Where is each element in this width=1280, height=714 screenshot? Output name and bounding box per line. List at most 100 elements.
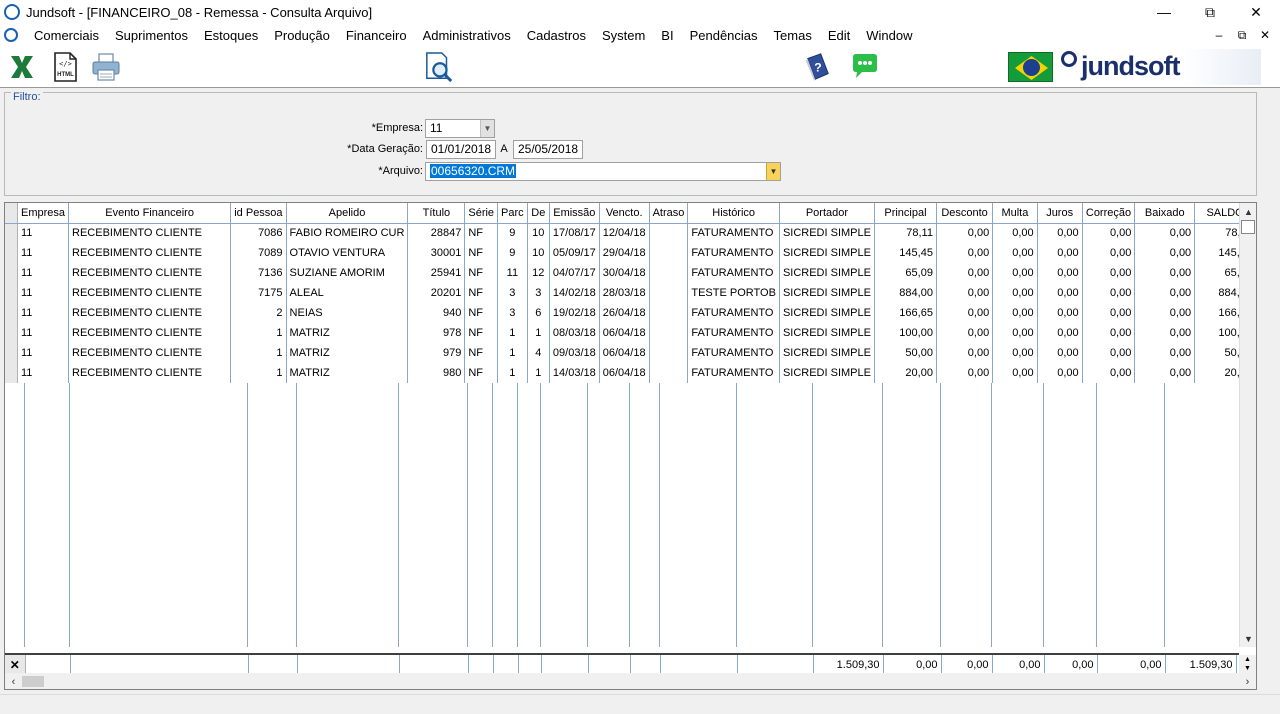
arquivo-select[interactable]: 00656320.CRM ▼ [425, 162, 781, 181]
table-row[interactable]: 11 RECEBIMENTO CLIENTE 7136 SUZIANE AMORIM 2… [5, 263, 1256, 283]
cell-multa[interactable]: 0,00 [992, 263, 1038, 283]
row-indicator[interactable] [5, 323, 19, 343]
cell-baixado[interactable]: 0,00 [1134, 283, 1196, 303]
cell-parc[interactable]: 3 [497, 283, 528, 303]
menu-pendencias[interactable]: Pendências [682, 28, 766, 43]
cell-parc[interactable]: 1 [497, 343, 528, 363]
cell-apelido[interactable]: FABIO ROMEIRO CUR [286, 223, 409, 243]
data-geracao-from-input[interactable]: 01/01/2018 [426, 140, 496, 159]
menu-administrativos[interactable]: Administrativos [415, 28, 519, 43]
cell-id-pessoa[interactable]: 7086 [230, 223, 287, 243]
vertical-scrollbar[interactable]: ▲ ▼ [1239, 203, 1256, 647]
cell-serie[interactable]: NF [464, 243, 499, 263]
cell-vencto[interactable]: 26/04/18 [599, 303, 650, 323]
cell-emissao[interactable]: 08/03/18 [549, 323, 600, 343]
cell-baixado[interactable]: 0,00 [1134, 243, 1196, 263]
cell-juros[interactable]: 0,00 [1037, 243, 1083, 263]
cell-apelido[interactable]: OTAVIO VENTURA [286, 243, 409, 263]
cell-emissao[interactable]: 09/03/18 [549, 343, 600, 363]
data-grid[interactable]: Empresa Evento Financeiro id Pessoa Apel… [4, 202, 1257, 690]
cell-desconto[interactable]: 0,00 [936, 223, 994, 243]
cell-id-pessoa[interactable]: 1 [230, 343, 287, 363]
row-indicator[interactable] [5, 263, 19, 283]
cell-de[interactable]: 10 [527, 243, 550, 263]
printer-icon[interactable] [91, 52, 121, 82]
cell-desconto[interactable]: 0,00 [936, 303, 994, 323]
cell-empresa[interactable]: 11 [17, 243, 70, 263]
cell-juros[interactable]: 0,00 [1037, 263, 1083, 283]
cell-serie[interactable]: NF [464, 343, 499, 363]
cell-baixado[interactable]: 0,00 [1134, 343, 1196, 363]
cell-desconto[interactable]: 0,00 [936, 323, 994, 343]
mdi-app-icon[interactable] [4, 28, 18, 42]
col-header-correcao[interactable]: Correção [1082, 203, 1136, 224]
cell-parc[interactable]: 11 [497, 263, 528, 283]
cell-correcao[interactable]: 0,00 [1082, 223, 1136, 243]
cell-vencto[interactable]: 06/04/18 [599, 343, 650, 363]
row-indicator[interactable] [5, 223, 19, 243]
chevron-down-icon[interactable]: ▼ [480, 120, 494, 137]
cell-correcao[interactable]: 0,00 [1082, 323, 1136, 343]
cell-de[interactable]: 1 [527, 363, 550, 383]
row-indicator[interactable] [5, 343, 19, 363]
cell-principal[interactable]: 166,65 [874, 303, 937, 323]
col-header-portador[interactable]: Portador [779, 203, 875, 224]
row-indicator[interactable] [5, 283, 19, 303]
mdi-close-button[interactable]: ✕ [1254, 24, 1276, 46]
cell-vencto[interactable]: 06/04/18 [599, 323, 650, 343]
excel-icon[interactable] [7, 52, 37, 82]
cell-atraso[interactable] [649, 343, 689, 363]
menu-estoques[interactable]: Estoques [196, 28, 266, 43]
cell-portador[interactable]: SICREDI SIMPLE [779, 323, 875, 343]
table-row[interactable]: 11 RECEBIMENTO CLIENTE 1 MATRIZ 979 NF 1 4 09/03… [5, 343, 1256, 363]
cell-id-pessoa[interactable]: 7136 [230, 263, 287, 283]
mdi-minimize-button[interactable]: – [1208, 24, 1230, 46]
col-header-desconto[interactable]: Desconto [936, 203, 994, 224]
row-indicator[interactable] [5, 303, 19, 323]
scroll-right-icon[interactable]: › [1239, 673, 1256, 689]
minimize-button[interactable]: — [1141, 0, 1187, 24]
cell-titulo[interactable]: 940 [407, 303, 466, 323]
cell-de[interactable]: 1 [527, 323, 550, 343]
menu-edit[interactable]: Edit [820, 28, 858, 43]
table-row[interactable]: 11 RECEBIMENTO CLIENTE 1 MATRIZ 980 NF 1 1 14/03… [5, 363, 1256, 383]
scroll-down-icon[interactable]: ▼ [1240, 630, 1256, 647]
cell-apelido[interactable]: NEIAS [286, 303, 409, 323]
cell-de[interactable]: 4 [527, 343, 550, 363]
cell-vencto[interactable]: 06/04/18 [599, 363, 650, 383]
cell-principal[interactable]: 65,09 [874, 263, 937, 283]
cell-correcao[interactable]: 0,00 [1082, 243, 1136, 263]
menu-suprimentos[interactable]: Suprimentos [107, 28, 196, 43]
cell-emissao[interactable]: 14/03/18 [549, 363, 600, 383]
cell-multa[interactable]: 0,00 [992, 343, 1038, 363]
cell-atraso[interactable] [649, 323, 689, 343]
help-book-icon[interactable]: ? [802, 52, 832, 82]
cell-id-pessoa[interactable]: 1 [230, 323, 287, 343]
cell-portador[interactable]: SICREDI SIMPLE [779, 363, 875, 383]
cell-emissao[interactable]: 04/07/17 [549, 263, 600, 283]
cell-juros[interactable]: 0,00 [1037, 343, 1083, 363]
cell-serie[interactable]: NF [464, 283, 499, 303]
cell-multa[interactable]: 0,00 [992, 283, 1038, 303]
menu-comerciais[interactable]: Comerciais [26, 28, 107, 43]
cell-serie[interactable]: NF [464, 263, 499, 283]
cell-de[interactable]: 3 [527, 283, 550, 303]
cell-titulo[interactable]: 979 [407, 343, 466, 363]
cell-historico[interactable]: FATURAMENTO [687, 363, 780, 383]
mdi-restore-button[interactable]: ⧉ [1231, 24, 1253, 46]
cell-empresa[interactable]: 11 [17, 303, 70, 323]
cell-evento-financeiro[interactable]: RECEBIMENTO CLIENTE [68, 323, 232, 343]
vertical-scroll-thumb[interactable] [1241, 220, 1255, 234]
cell-baixado[interactable]: 0,00 [1134, 263, 1196, 283]
cell-evento-financeiro[interactable]: RECEBIMENTO CLIENTE [68, 303, 232, 323]
cell-vencto[interactable]: 12/04/18 [599, 223, 650, 243]
cell-serie[interactable]: NF [464, 323, 499, 343]
cell-atraso[interactable] [649, 303, 689, 323]
cell-multa[interactable]: 0,00 [992, 223, 1038, 243]
col-header-vencto[interactable]: Vencto. [599, 203, 650, 224]
cell-empresa[interactable]: 11 [17, 263, 70, 283]
cell-vencto[interactable]: 28/03/18 [599, 283, 650, 303]
col-header-juros[interactable]: Juros [1037, 203, 1083, 224]
cell-evento-financeiro[interactable]: RECEBIMENTO CLIENTE [68, 343, 232, 363]
col-header-principal[interactable]: Principal [874, 203, 937, 224]
